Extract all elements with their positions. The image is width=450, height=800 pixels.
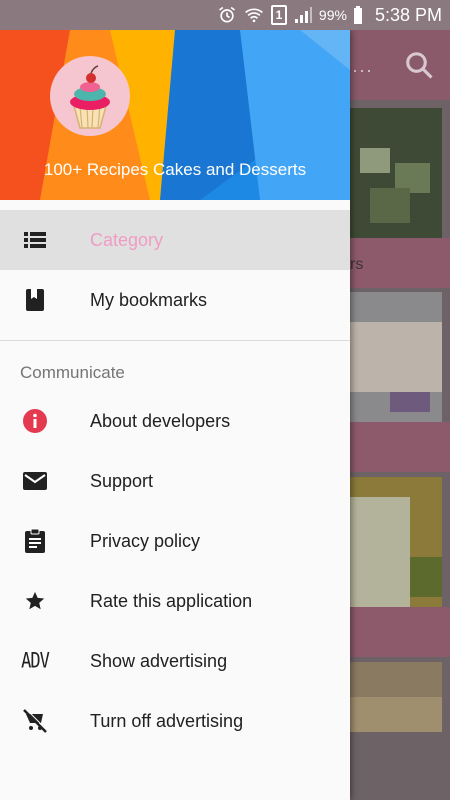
alarm-icon [218,6,235,23]
recipe-photo [350,292,442,422]
recipe-card[interactable] [350,477,442,607]
wifi-icon [245,8,263,23]
menu-item-privacy-policy[interactable]: Privacy policy [0,511,350,571]
cupcake-icon [70,65,110,129]
menu-item-label: Rate this application [90,590,253,611]
battery-percent: 99% [318,7,347,23]
signal-icon [294,7,312,23]
menu-item-label: Support [90,470,154,491]
menu-item-label: About developers [90,410,231,431]
menu-item-label: Show advertising [90,650,228,671]
adv-icon: ADV [20,646,50,676]
menu-item-support[interactable]: Support [0,451,350,511]
more-icon: ··· [352,60,373,80]
battery-icon [353,6,362,24]
menu-item-turn-off-advertising[interactable]: Turn off advertising [0,691,350,751]
menu-item-label: My bookmarks [90,289,208,310]
sim-icon: 1 [270,5,287,25]
recipe-photo [350,477,442,607]
menu-item-category[interactable]: Category [0,210,350,270]
background-toolbar: ··· [350,30,450,100]
app-logo [50,56,130,136]
menu-item-rate-application[interactable]: Rate this application [0,571,350,631]
recipe-photo [350,662,442,732]
section-title-communicate: Communicate [20,363,125,382]
menu-item-about-developers[interactable]: About developers [0,391,350,451]
menu-item-show-advertising[interactable]: ADV Show advertising [0,631,350,691]
recipe-card[interactable] [350,662,442,732]
search-icon[interactable] [404,50,434,80]
app-name: 100+ Recipes Cakes and Desserts [43,160,307,179]
recipe-card[interactable] [350,108,442,238]
navigation-drawer: 100+ Recipes Cakes and Desserts Category… [0,30,350,800]
recipe-card-label-band [350,422,450,472]
menu-item-bookmarks[interactable]: My bookmarks [0,270,350,330]
recipe-card-label: rs [350,256,364,273]
status-bar: 1 99% 5:38 PM [0,0,450,30]
menu-item-label: Privacy policy [90,530,201,551]
clipboard-icon [20,526,50,556]
remove-cart-icon [20,706,50,736]
list-icon [20,225,50,255]
adv-icon-text: ADV [21,648,50,674]
recipe-card-label-band: rs [350,238,450,288]
star-icon [20,586,50,616]
menu-item-label: Category [90,229,164,250]
info-icon [20,406,50,436]
clock: 5:38 PM [374,4,442,25]
recipe-card-label-band [350,607,450,657]
background-app: ··· rs [350,30,450,800]
mail-icon [20,466,50,496]
drawer-menu: Category My bookmarks Communicate About … [0,210,350,751]
recipe-photo [350,108,442,238]
recipe-card[interactable] [350,292,442,422]
menu-item-label: Turn off advertising [90,710,244,731]
bookmark-icon [20,285,50,315]
drawer-header: 100+ Recipes Cakes and Desserts [0,30,350,200]
